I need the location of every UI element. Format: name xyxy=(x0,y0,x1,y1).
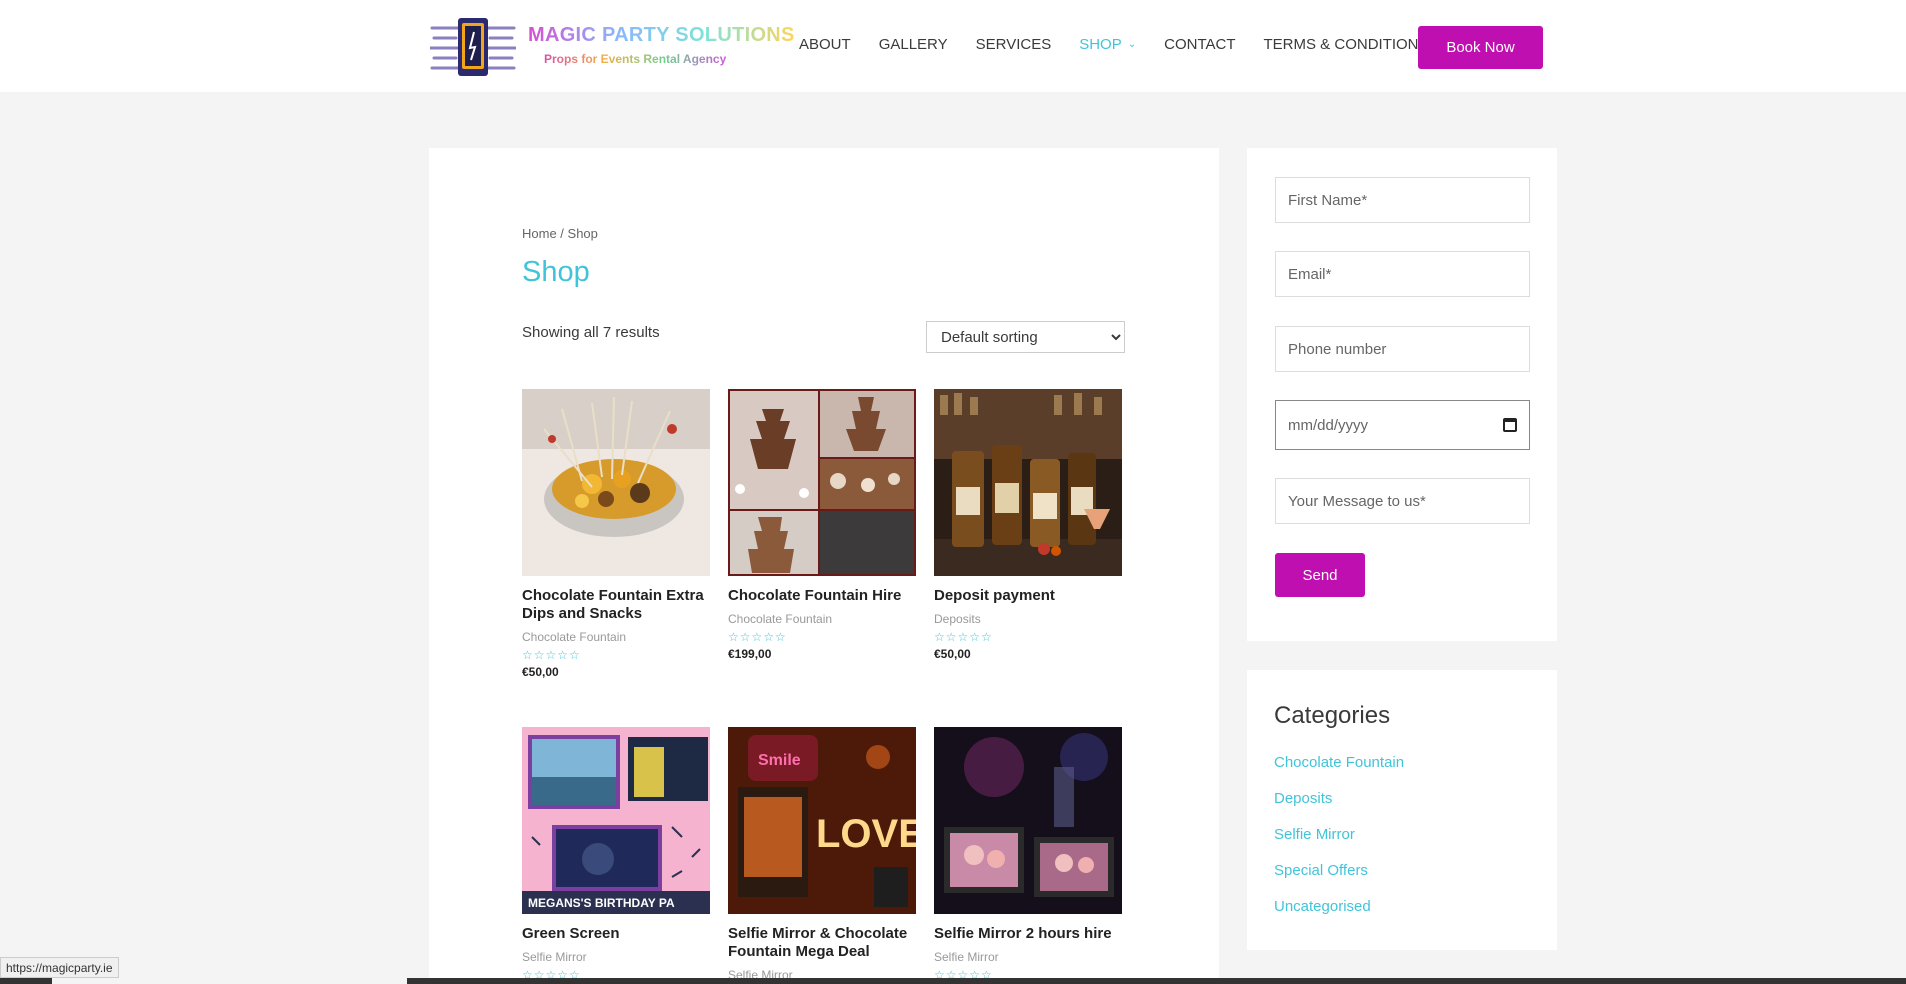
nav-gallery[interactable]: GALLERY xyxy=(879,36,948,53)
product-image[interactable] xyxy=(522,389,710,576)
product-title[interactable]: Green Screen xyxy=(522,925,710,943)
contact-form-card: First Name* Email* Phone number mm/dd/yy… xyxy=(1247,148,1557,641)
product-image-fountain xyxy=(728,389,916,576)
category-link[interactable]: Deposits xyxy=(1274,790,1404,826)
date-field[interactable]: mm/dd/yyyy xyxy=(1275,400,1530,450)
chevron-down-icon[interactable]: ⌄ xyxy=(1128,39,1136,50)
product-image[interactable]: Smile LOVE xyxy=(728,727,916,914)
product-rating-stars: ☆☆☆☆☆ xyxy=(934,630,993,644)
nav-about[interactable]: ABOUT xyxy=(799,36,851,53)
product-image-deposit xyxy=(934,389,1122,576)
breadcrumb-separator: / xyxy=(556,226,568,241)
product-rating-stars: ☆☆☆☆☆ xyxy=(728,630,787,644)
product-category: Deposits xyxy=(934,612,981,626)
calendar-icon[interactable] xyxy=(1503,418,1517,432)
product-title[interactable]: Chocolate Fountain Hire xyxy=(728,587,916,605)
bottom-bar xyxy=(407,978,1906,984)
breadcrumb-current: Shop xyxy=(567,226,598,241)
email-field[interactable]: Email* xyxy=(1275,251,1530,297)
page-title: Shop xyxy=(522,256,590,288)
product-price: €199,00 xyxy=(728,647,772,661)
send-button[interactable]: Send xyxy=(1275,553,1365,597)
product-card[interactable]: Chocolate Fountain Hire Chocolate Founta… xyxy=(728,389,916,661)
image-love-text: LOVE xyxy=(816,812,916,856)
product-title[interactable]: Deposit payment xyxy=(934,587,1122,605)
sort-select[interactable]: Default sorting xyxy=(926,321,1125,353)
nav-contact[interactable]: CONTACT xyxy=(1164,36,1235,53)
phone-field[interactable]: Phone number xyxy=(1275,326,1530,372)
product-price: €50,00 xyxy=(934,647,971,661)
breadcrumb-home[interactable]: Home xyxy=(522,226,557,241)
categories-list: Chocolate Fountain Deposits Selfie Mirro… xyxy=(1274,754,1404,934)
categories-title: Categories xyxy=(1274,702,1391,729)
breadcrumb: Home / Shop xyxy=(522,226,598,241)
nav-terms[interactable]: TERMS & CONDITIONS xyxy=(1264,36,1429,53)
product-card[interactable]: Chocolate Fountain Extra Dips and Snacks… xyxy=(522,389,710,679)
product-image[interactable] xyxy=(934,389,1122,576)
shop-content: Home / Shop Shop Showing all 7 results D… xyxy=(429,148,1219,984)
product-category: Selfie Mirror xyxy=(934,950,999,964)
main-nav: ABOUT GALLERY SERVICES SHOP ⌄ CONTACT TER… xyxy=(799,36,1457,53)
product-category: Selfie Mirror xyxy=(522,950,587,964)
message-field[interactable]: Your Message to us* xyxy=(1275,478,1530,524)
category-link[interactable]: Selfie Mirror xyxy=(1274,826,1404,862)
product-category: Chocolate Fountain xyxy=(728,612,833,626)
category-link[interactable]: Uncategorised xyxy=(1274,898,1404,934)
product-card[interactable]: Selfie Mirror 2 hours hire Selfie Mirror… xyxy=(934,727,1122,982)
nav-shop-label: SHOP xyxy=(1079,36,1122,53)
image-caption: MEGANS'S BIRTHDAY PA xyxy=(528,896,675,910)
category-link[interactable]: Chocolate Fountain xyxy=(1274,754,1404,790)
result-count: Showing all 7 results xyxy=(522,324,660,341)
product-image[interactable] xyxy=(728,389,916,576)
logo-subtitle: Props for Events Rental Agency xyxy=(544,52,727,66)
product-price: €50,00 xyxy=(522,665,559,679)
first-name-field[interactable]: First Name* xyxy=(1275,177,1530,223)
product-card[interactable]: Smile LOVE Selfie Mirror & Chocolate Fou… xyxy=(728,727,916,982)
product-image-selfie-mirror xyxy=(934,727,1122,914)
image-smile-text: Smile xyxy=(758,752,801,769)
bottom-bar-left xyxy=(0,978,52,984)
product-card[interactable]: Deposit payment Deposits ☆☆☆☆☆ €50,00 xyxy=(934,389,1122,661)
site-header: MAGIC PARTY SOLUTIONS Props for Events R… xyxy=(0,0,1906,92)
product-category: Chocolate Fountain xyxy=(522,630,627,644)
status-bar-url: https://magicparty.ie xyxy=(0,957,119,978)
product-rating-stars: ☆☆☆☆☆ xyxy=(522,648,581,662)
product-title[interactable]: Chocolate Fountain Extra Dips and Snacks xyxy=(522,587,710,623)
product-image[interactable]: MEGANS'S BIRTHDAY PA xyxy=(522,727,710,914)
product-title[interactable]: Selfie Mirror 2 hours hire xyxy=(934,925,1122,943)
book-now-button[interactable]: Book Now xyxy=(1418,26,1543,69)
category-link[interactable]: Special Offers xyxy=(1274,862,1404,898)
logo-title: MAGIC PARTY SOLUTIONS xyxy=(528,24,795,46)
product-card[interactable]: MEGANS'S BIRTHDAY PA Green Screen Selfie… xyxy=(522,727,710,982)
product-image[interactable] xyxy=(934,727,1122,914)
nav-shop[interactable]: SHOP ⌄ xyxy=(1079,36,1136,53)
product-image-mega-deal: Smile LOVE xyxy=(728,727,916,914)
nav-services[interactable]: SERVICES xyxy=(976,36,1052,53)
date-placeholder: mm/dd/yyyy xyxy=(1288,416,1369,434)
site-logo[interactable]: MAGIC PARTY SOLUTIONS Props for Events R… xyxy=(430,14,794,80)
product-title[interactable]: Selfie Mirror & Chocolate Fountain Mega … xyxy=(728,925,916,961)
product-image-green-screen: MEGANS'S BIRTHDAY PA xyxy=(522,727,710,914)
product-image-dips xyxy=(522,389,710,576)
logo-mirror-icon xyxy=(430,18,516,76)
categories-card: Categories Chocolate Fountain Deposits S… xyxy=(1247,670,1557,950)
